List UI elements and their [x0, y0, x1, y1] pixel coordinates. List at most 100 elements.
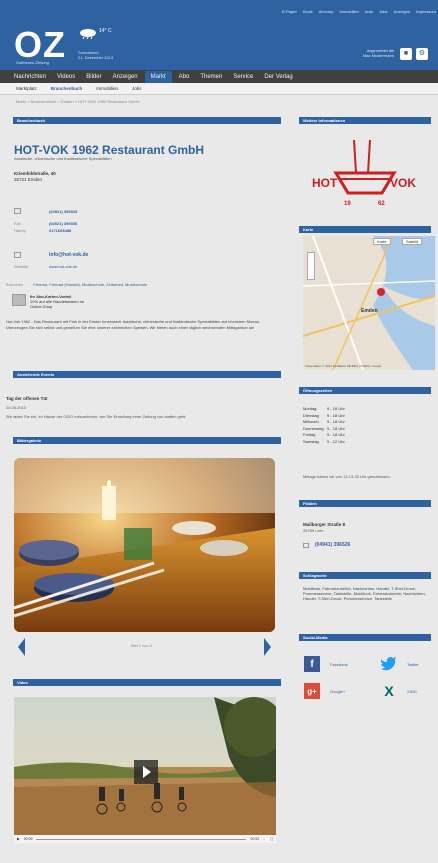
video-progress-bar[interactable] — [36, 838, 247, 840]
google-label: Google+ — [330, 688, 346, 694]
twitter-label: Twitter — [407, 661, 419, 667]
header-bar: E-Paper Kiosk Abocorp Immobilien Auto Jo… — [0, 0, 438, 70]
map[interactable]: Karte Satellit Emden Kartendaten © 2013 … — [303, 236, 435, 370]
website-label: Website — [14, 264, 29, 269]
settings-icon[interactable]: ⚙ — [416, 48, 428, 60]
email-icon — [14, 252, 21, 258]
main-nav: Nachrichten Videos Bilder Anzeigen Markt… — [0, 70, 438, 83]
branch-phone[interactable]: (04941) 396526 — [315, 542, 350, 548]
subnav-immobilien[interactable]: Immobilien — [96, 86, 118, 91]
map-attribution: Kartendaten © 2013 GeoBasis-DE/BKG (©200… — [305, 364, 382, 368]
map-heading: Karte — [299, 226, 431, 233]
handy-value: 0171668488 — [49, 228, 72, 233]
social-twitter[interactable]: Twitter — [381, 656, 419, 672]
restaurant-photo — [14, 458, 275, 632]
date: 21. Dezember 2013 — [78, 55, 114, 60]
promo-line2: Online-Shop — [30, 304, 53, 309]
branchen-links[interactable]: Fahrrad, Fahrrad (Handel), Musikschule, … — [33, 282, 147, 287]
events-heading: Anstehende Events — [13, 371, 281, 378]
nav-service[interactable]: Service — [233, 74, 253, 80]
nav-anzeigen[interactable]: Anzeigen — [113, 74, 138, 80]
phone-icon — [14, 208, 21, 214]
logo-text-hot: HOT — [312, 176, 338, 190]
social-google[interactable]: g+ Google+ — [304, 683, 345, 699]
event-text: Wir laden Sie ein, im Hause der OZ/O mit… — [6, 414, 187, 419]
business-subtitle: Asiatische, chinesische und thailändisch… — [14, 156, 112, 161]
xing-icon: X — [384, 683, 394, 699]
gallery-next-arrow-icon[interactable] — [264, 638, 271, 656]
top-link-kiosk[interactable]: Kiosk — [303, 9, 313, 14]
address: Kriemhildstraße, 40 26721 Emden — [14, 171, 56, 183]
top-link-epaper[interactable]: E-Paper — [282, 9, 297, 14]
top-link-immobilien[interactable]: Immobilien — [340, 9, 359, 14]
sub-nav: Marktplatz Branchenbuch Immobilien Jobs — [0, 83, 438, 95]
branch-city: 26789 Leer — [303, 528, 324, 533]
map-canvas — [303, 236, 435, 370]
user-name[interactable]: Max Mustermann — [363, 53, 394, 58]
website-link[interactable]: www.hot-vok.de — [49, 264, 77, 269]
social-facebook[interactable]: f Facebook — [304, 656, 348, 672]
login-info: angemeldet als Max Mustermann — [363, 48, 394, 58]
nav-themen[interactable]: Themen — [200, 74, 222, 80]
logo-year-left: 19 — [344, 201, 351, 207]
nav-nachrichten[interactable]: Nachrichten — [14, 74, 46, 80]
play-icon[interactable] — [134, 760, 158, 784]
city: 26721 Emden — [14, 177, 43, 182]
facebook-label: Facebook — [330, 661, 348, 667]
event-date: 20.05.2013 — [6, 405, 27, 410]
keywords-heading: Schlagworte — [299, 572, 431, 579]
abo-promo[interactable]: Ihr Abo-Karten-Vorteil 10% auf alle Hand… — [12, 294, 84, 309]
social-xing[interactable]: X XING — [381, 683, 416, 699]
gallery-image[interactable] — [14, 458, 275, 632]
top-link-impressum[interactable]: Impressum — [416, 9, 436, 14]
date-display: Sonnabend 21. Dezember 2013 — [78, 50, 113, 60]
top-link-auto[interactable]: Auto — [365, 9, 373, 14]
hours-row: Samstag 9 - 12 Uhr — [303, 438, 345, 444]
logo-text-vok: VOK — [390, 176, 416, 190]
twitter-icon — [381, 656, 397, 672]
logo-year-right: 62 — [378, 201, 385, 207]
nav-abo[interactable]: Abo — [179, 74, 190, 80]
subnav-jobs[interactable]: Jobs — [132, 86, 142, 91]
abo-card-icon — [12, 294, 26, 306]
gallery-heading: Bildergalerie — [13, 437, 281, 444]
branches-heading: Filialen — [299, 500, 431, 507]
top-link-abo[interactable]: Abocorp — [319, 9, 334, 14]
email-row: info@hot-vok.de — [14, 252, 88, 258]
handy-row: Handy 0171668488 — [14, 228, 71, 233]
breadcrumb[interactable]: Markt > Branchenbuch > Emden > HOT-VOK 1… — [16, 99, 140, 104]
top-link-anzeigen[interactable]: Anzeigen — [394, 9, 411, 14]
subnav-marktplatz[interactable]: Marktplatz — [16, 86, 37, 91]
business-card: HOT-VOK 1962 Restaurant GmbH Asiatische,… — [8, 113, 284, 353]
nav-verlag[interactable]: Der Verlag — [264, 74, 292, 80]
branchen-label: Branchen — [6, 282, 24, 287]
user-icon[interactable]: ■ — [400, 48, 412, 60]
map-type-satellit[interactable]: Satellit — [402, 238, 423, 245]
phone-row: (04921) 396525 — [14, 208, 77, 214]
fullscreen-icon[interactable]: ▢ — [270, 837, 273, 841]
nav-bilder[interactable]: Bilder — [86, 74, 101, 80]
business-title: HOT-VOK 1962 Restaurant GmbH — [14, 143, 205, 157]
fax-label: Fax — [14, 221, 21, 226]
hours-note: Mittags haben wir von 13-13.30 Uhr gesch… — [303, 474, 391, 479]
map-zoom-control[interactable] — [307, 252, 315, 280]
phone-value[interactable]: (04921) 396525 — [49, 209, 77, 214]
fax-row: Fax (04921) 396536 — [14, 221, 77, 226]
map-type-karte[interactable]: Karte — [373, 238, 391, 245]
nav-markt[interactable]: Markt — [144, 70, 172, 83]
email-link[interactable]: info@hot-vok.de — [49, 252, 88, 258]
play-small-icon[interactable]: ▶ — [17, 837, 20, 841]
video-heading: Video — [13, 679, 281, 686]
info-heading: Weitere Informationen — [299, 117, 431, 124]
event-title[interactable]: Tag der offenen Tür — [6, 396, 48, 401]
social-heading: Social-Media — [299, 634, 431, 641]
nav-videos[interactable]: Videos — [57, 74, 75, 80]
website-row: Website www.hot-vok.de — [14, 264, 77, 269]
branchen-row: Branchen Fahrrad, Fahrrad (Handel), Musi… — [6, 282, 147, 287]
gallery-prev-arrow-icon[interactable] — [18, 638, 25, 656]
keywords-list[interactable]: Mobilfunk, Fahrradzubehör, Nachrichten, … — [303, 586, 431, 601]
street: Kriemhildstraße, 40 — [14, 171, 56, 176]
top-link-jobs[interactable]: Jobs — [379, 9, 387, 14]
volume-icon[interactable]: ♩ — [263, 837, 267, 841]
subnav-branchenbuch[interactable]: Branchenbuch — [51, 86, 83, 91]
